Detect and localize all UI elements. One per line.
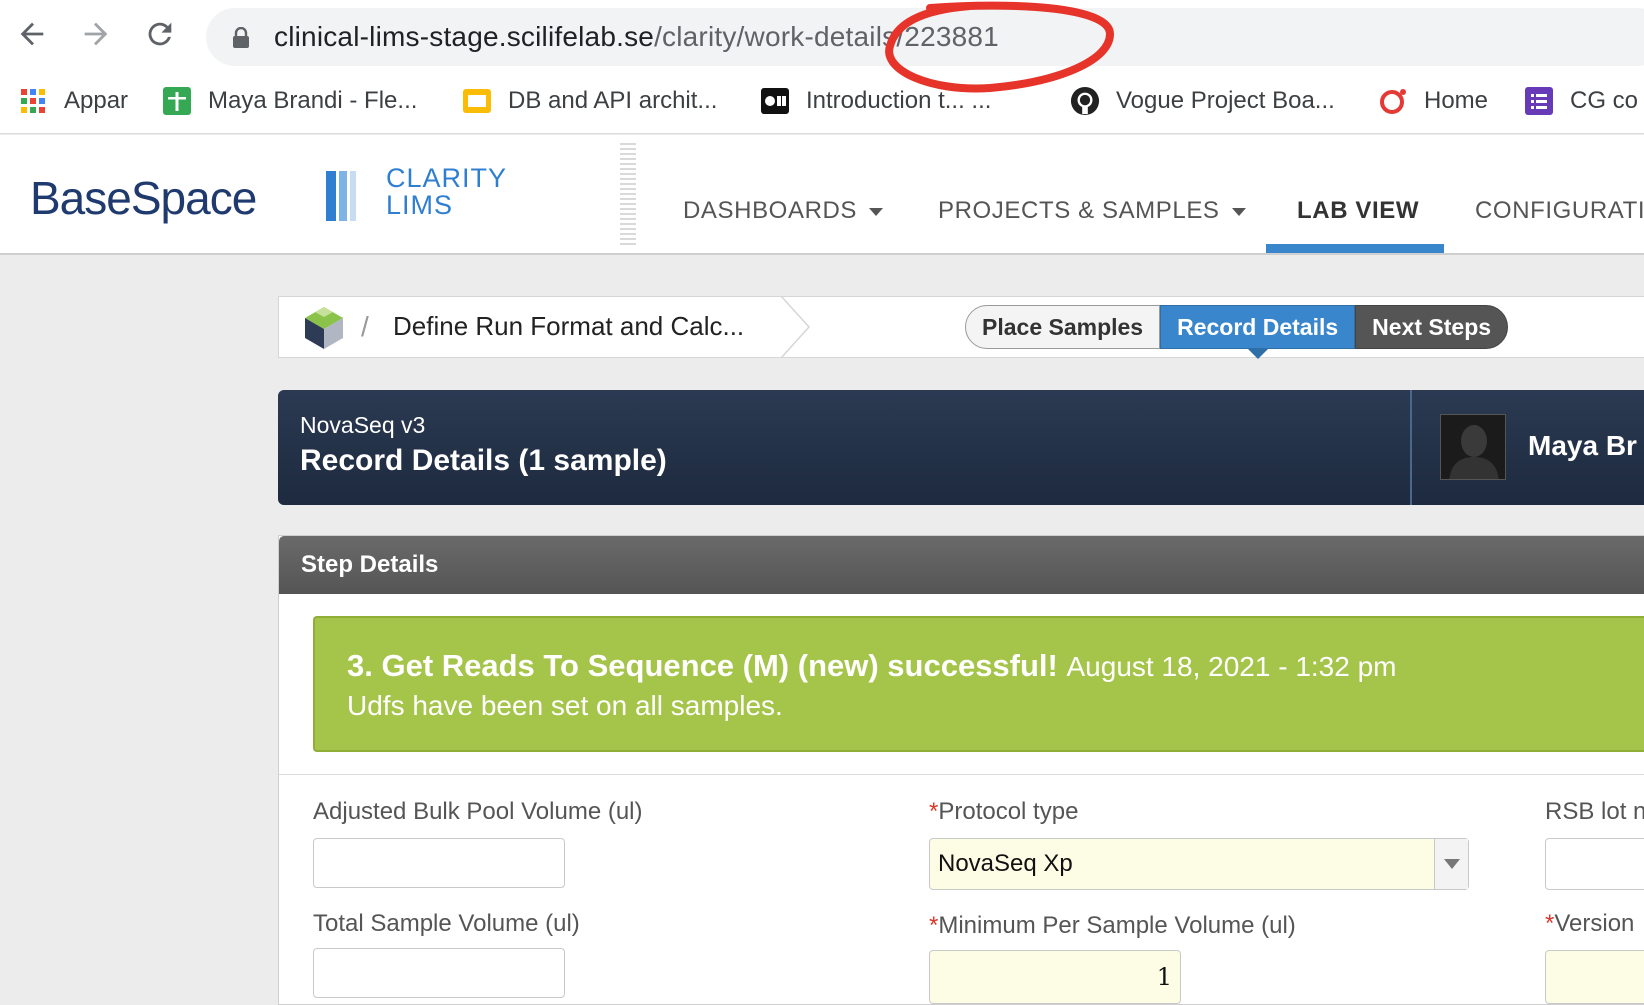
nav-dashboards[interactable]: DASHBOARDS [683, 197, 884, 225]
adjusted-bulk-label: Adjusted Bulk Pool Volume (ul) [313, 798, 643, 825]
success-title: 3. Get Reads To Sequence (M) (new) succe… [347, 648, 1397, 684]
panel-divider [279, 774, 1644, 775]
success-message-box: 3. Get Reads To Sequence (M) (new) succe… [313, 616, 1644, 752]
nav-label: PROJECTS & SAMPLES [938, 197, 1220, 224]
basespace-logo[interactable]: BaseSpace [30, 171, 257, 225]
adjusted-bulk-input[interactable] [313, 838, 565, 888]
protocol-type-select[interactable]: NovaSeq Xp [929, 838, 1469, 890]
bookmark-home[interactable]: Home [1378, 78, 1488, 124]
protocol-type-label: *Protocol type [929, 798, 1078, 826]
breadcrumb-separator: / [361, 311, 369, 342]
protocol-type-label-text: Protocol type [938, 798, 1079, 825]
opera-icon [1378, 86, 1408, 116]
success-detail: Udfs have been set on all samples. [347, 690, 783, 721]
bookmark-db-api[interactable]: DB and API archit... [462, 78, 717, 124]
breadcrumb: / Define Run Format and Calc... Place Sa… [278, 296, 1644, 359]
step-record-details[interactable]: Record Details [1160, 305, 1356, 359]
nav-lab-view[interactable]: LAB VIEW [1297, 197, 1419, 225]
bookmark-label: DB and API archit... [508, 87, 718, 114]
app-header: BaseSpace CLARITY LIMS DASHBOARDS PROJEC… [0, 135, 1644, 255]
arrow-left-icon [20, 22, 44, 46]
required-marker: * [929, 912, 939, 939]
google-slides-icon [462, 86, 492, 116]
avatar[interactable] [1440, 414, 1506, 480]
github-icon [1070, 86, 1100, 116]
arrow-right-icon [84, 22, 108, 46]
lock-icon [233, 27, 249, 48]
dropdown-arrow-icon[interactable] [1434, 839, 1468, 889]
required-marker: * [929, 798, 939, 825]
total-sample-label: Total Sample Volume (ul) [313, 910, 580, 937]
logo-clarity-text: CLARITY [386, 163, 508, 193]
success-date: August 18, 2021 - 1:32 pm [1066, 651, 1397, 682]
logo-lims-text: LIMS [386, 190, 454, 220]
step-place-samples[interactable]: Place Samples [965, 305, 1161, 349]
user-name[interactable]: Maya Br [1528, 430, 1637, 462]
bookmark-label: Introduction t... ... [806, 87, 992, 114]
url-text: clinical-lims-stage.scilifelab.se/clarit… [274, 21, 999, 53]
panel-title: Step Details [301, 551, 439, 578]
bookmark-cg[interactable]: CG co [1524, 78, 1638, 124]
clarity-cube-icon[interactable] [301, 305, 347, 351]
caret-down-icon [1231, 207, 1246, 216]
required-marker: * [1545, 910, 1555, 937]
banner-divider [1410, 390, 1412, 505]
page-title: Record Details (1 sample) [300, 444, 667, 477]
rsb-lot-input[interactable] [1545, 838, 1644, 890]
apps-grid-icon [18, 86, 48, 116]
clarity-logo-icon [326, 171, 356, 221]
step-next-steps[interactable]: Next Steps [1355, 305, 1509, 349]
reload-icon [148, 22, 172, 46]
rsb-lot-label: RSB lot n [1545, 798, 1644, 825]
header-divider [620, 143, 636, 247]
url-path: /clarity/work-details/223881 [654, 21, 999, 52]
list-icon [1524, 86, 1554, 116]
protocol-name: NovaSeq v3 [300, 412, 426, 438]
bookmark-label: Vogue Project Boa... [1116, 87, 1335, 114]
success-heading: 3. Get Reads To Sequence (M) (new) succe… [347, 648, 1058, 683]
bookmark-label: Appar [64, 87, 129, 114]
bookmark-introduction[interactable]: Introduction t... ... [760, 78, 991, 124]
active-tab-indicator [1266, 244, 1444, 253]
browser-chrome: clinical-lims-stage.scilifelab.se/clarit… [0, 0, 1644, 134]
total-sample-input[interactable] [313, 948, 565, 998]
version-label-text: Version [1554, 910, 1635, 937]
user-silhouette-icon [1441, 415, 1505, 479]
bookmark-appar[interactable]: Appar [18, 78, 128, 124]
bookmark-maya-brandi[interactable]: Maya Brandi - Fle... [162, 78, 417, 124]
bookmark-vogue[interactable]: Vogue Project Boa... [1070, 78, 1335, 124]
reload-button[interactable] [140, 14, 180, 54]
min-per-sample-label-text: Minimum Per Sample Volume (ul) [938, 912, 1296, 939]
nav-projects-samples[interactable]: PROJECTS & SAMPLES [938, 197, 1246, 225]
version-input[interactable] [1545, 950, 1644, 1004]
step-banner: NovaSeq v3 Record Details (1 sample) May… [278, 390, 1644, 505]
bookmarks-bar: Appar Maya Brandi - Fle... DB and API ar… [0, 78, 1644, 124]
breadcrumb-step-name[interactable]: Define Run Format and Calc... [393, 311, 744, 342]
back-button[interactable] [12, 14, 52, 54]
forward-button[interactable] [76, 14, 116, 54]
video-icon [760, 86, 790, 116]
panel-header: Step Details [279, 536, 1644, 594]
step-progress: Place Samples Record Details Next Steps [965, 305, 1509, 359]
min-per-sample-label: *Minimum Per Sample Volume (ul) [929, 912, 1296, 940]
clarity-lims-logo: CLARITY LIMS [386, 165, 507, 219]
min-per-sample-input[interactable] [929, 950, 1181, 1004]
address-bar[interactable]: clinical-lims-stage.scilifelab.se/clarit… [206, 8, 1644, 66]
url-host: clinical-lims-stage.scilifelab.se [274, 21, 655, 52]
step-details-panel: Step Details 3. Get Reads To Sequence (M… [278, 535, 1644, 1005]
version-label: *Version [1545, 910, 1634, 938]
bookmark-label: CG co [1570, 87, 1639, 114]
caret-down-icon [869, 207, 884, 216]
protocol-type-value: NovaSeq Xp [938, 850, 1073, 877]
bookmark-label: Home [1424, 87, 1489, 114]
google-sheets-icon [162, 86, 192, 116]
nav-label: DASHBOARDS [683, 197, 858, 224]
nav-configuration[interactable]: CONFIGURATIO [1475, 197, 1644, 225]
bookmark-label: Maya Brandi - Fle... [208, 87, 418, 114]
breadcrumb-chevron [781, 296, 811, 358]
